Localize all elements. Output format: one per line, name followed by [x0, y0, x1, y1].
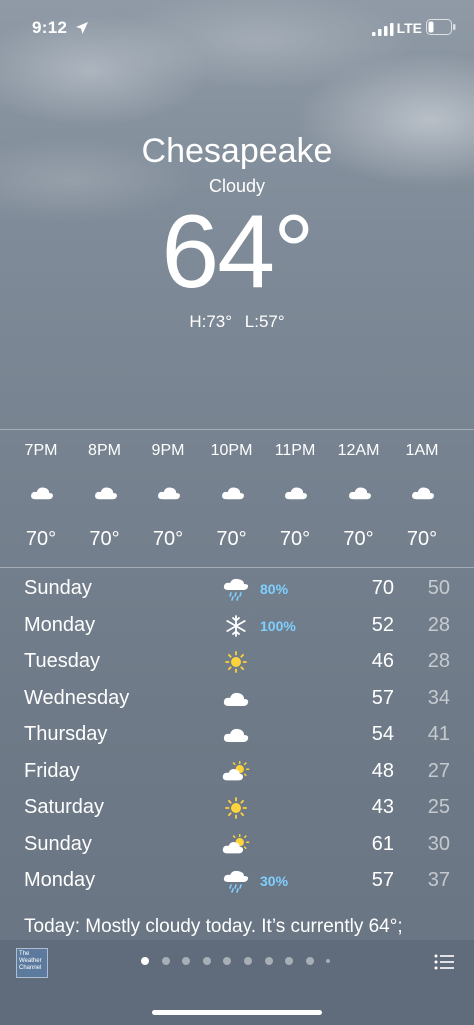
snowflake-icon — [222, 614, 250, 638]
daily-row: Wednesday 57 34 — [0, 681, 474, 717]
home-indicator — [152, 1010, 322, 1015]
hour-temp: 70° — [406, 528, 438, 550]
hour-temp: 70° — [343, 528, 374, 550]
rain-icon — [222, 869, 250, 893]
page-dot[interactable] — [182, 957, 191, 965]
day-name: Saturday — [24, 796, 105, 818]
high-temp: 43 — [371, 796, 394, 818]
low-temp: 28 — [427, 650, 450, 672]
daily-row: Saturday 43 25 — [0, 790, 474, 826]
location-arrow-icon — [76, 22, 88, 34]
precip-chance: 30% — [260, 873, 289, 889]
day-name: Sunday — [24, 577, 92, 599]
day-name: Sunday — [24, 832, 92, 855]
hour-label: 2 — [455, 442, 474, 460]
high-temp: 48 — [371, 759, 394, 782]
hour-label: 10PM — [210, 442, 253, 459]
hour-label: 1AM — [405, 442, 439, 459]
daily-row: Sunday 61 30 — [0, 827, 474, 863]
page-dot[interactable] — [223, 957, 232, 965]
low-temp: 30 — [427, 832, 450, 855]
cloud-icon — [220, 484, 246, 502]
high-temp: 61 — [371, 832, 394, 855]
hour-temp: 70° — [25, 528, 57, 550]
page-dot[interactable] — [161, 957, 170, 965]
precip-chance: 80% — [260, 581, 289, 597]
today-summary: Today: Mostly cloudy today. It’s current… — [24, 916, 403, 937]
current-temperature: 64° — [161, 194, 314, 310]
hour-temp: 70° — [216, 528, 247, 550]
low-temp: 34 — [427, 686, 450, 709]
cloud-icon — [283, 484, 309, 502]
hour-label: 8PM — [88, 442, 121, 459]
bottom-toolbar: The Weather Channel — [0, 940, 474, 1025]
hour-label: 7PM — [24, 442, 58, 459]
hourly-forecast[interactable]: 7PM 70° 8PM 70° 9PM 70° 10PM 70° 11PM 70° 12AM 70° 1… — [0, 430, 474, 567]
high-temp: 46 — [371, 650, 394, 672]
city-name: Chesapeake — [141, 132, 333, 170]
cloud-icon — [410, 484, 436, 502]
hour-label: 11PM — [274, 442, 316, 459]
high-temp: H:73° — [189, 312, 233, 331]
hour-temp: 70° — [89, 528, 120, 550]
sun-icon — [222, 796, 250, 820]
hour-temp: 70° — [152, 528, 184, 550]
page-indicator[interactable] — [0, 957, 474, 967]
rain-icon — [222, 577, 250, 601]
partly-sunny-icon — [222, 760, 250, 784]
cloud-icon — [29, 484, 55, 502]
day-name: Thursday — [24, 723, 108, 745]
daily-row: Friday 48 27 — [0, 754, 474, 790]
network-type: LTE — [396, 20, 422, 36]
page-dot[interactable] — [244, 957, 252, 965]
low-temp: 41 — [427, 723, 450, 745]
daily-row: Monday 100% 52 28 — [0, 608, 474, 644]
list-icon[interactable] — [434, 954, 454, 970]
low-temp: 27 — [427, 759, 450, 782]
cloud-icon — [222, 687, 250, 711]
battery-icon — [426, 19, 456, 35]
cloud-icon — [222, 723, 250, 747]
status-time: 9:12 — [32, 18, 68, 37]
daily-row: Sunday 80% 70 50 — [0, 571, 474, 607]
low-temp: 25 — [427, 796, 450, 818]
high-temp: 52 — [371, 613, 394, 636]
cloud-icon — [156, 484, 182, 502]
hour-temp: 7 — [455, 528, 474, 551]
precip-chance: 100% — [260, 617, 296, 634]
high-temp: 54 — [371, 723, 394, 745]
day-name: Monday — [24, 613, 96, 636]
high-temp: 70 — [371, 577, 394, 599]
divider — [0, 567, 474, 568]
page-dot[interactable] — [285, 957, 294, 965]
page-dot[interactable] — [141, 957, 149, 965]
low-temp: 50 — [427, 577, 450, 599]
low-temp: L:57° — [244, 312, 285, 331]
day-name: Wednesday — [24, 686, 130, 709]
hour-label: 12AM — [337, 442, 380, 459]
partly-sunny-icon — [222, 833, 250, 857]
page-dot[interactable] — [326, 959, 331, 963]
high-temp: 57 — [371, 869, 394, 891]
cloud-icon — [347, 484, 373, 502]
low-temp: 37 — [427, 869, 450, 891]
signal-icon — [372, 23, 394, 36]
low-temp: 28 — [427, 613, 450, 636]
hour-label: 9PM — [151, 442, 185, 459]
page-dot[interactable] — [264, 957, 273, 965]
daily-row: Monday 30% 57 37 — [0, 863, 474, 899]
daily-row: Thursday 54 41 — [0, 717, 474, 753]
status-bar: 9:12 LTE — [0, 0, 474, 56]
high-low: H:73° L:57° — [0, 312, 474, 332]
high-temp: 57 — [371, 686, 394, 709]
daily-row: Tuesday 46 28 — [0, 644, 474, 680]
hour-temp: 70° — [279, 528, 311, 550]
sun-icon — [222, 650, 250, 674]
page-dot[interactable] — [305, 957, 314, 965]
page-dot[interactable] — [202, 957, 211, 965]
day-name: Tuesday — [24, 650, 100, 672]
day-name: Friday — [24, 759, 80, 782]
cloud-icon — [93, 484, 119, 502]
day-name: Monday — [24, 869, 96, 891]
